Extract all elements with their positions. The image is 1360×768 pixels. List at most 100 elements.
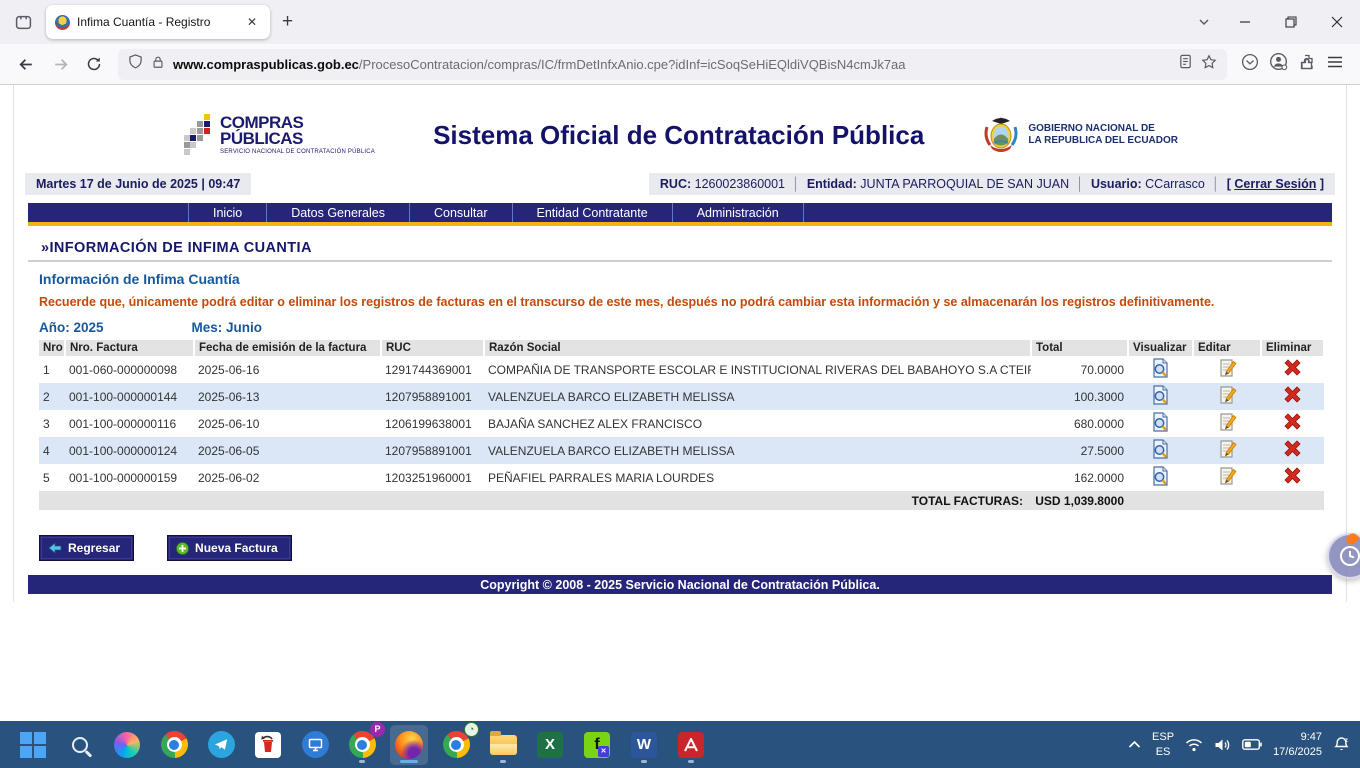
regresar-button[interactable]: Regresar (39, 535, 134, 561)
header-editar: Editar (1193, 340, 1261, 356)
menu-item-entidad-contratante[interactable]: Entidad Contratante (513, 203, 673, 223)
editar-icon[interactable] (1218, 448, 1237, 462)
new-tab-button[interactable]: + (270, 11, 305, 33)
chrome-icon (443, 731, 470, 758)
taskbar-excel-button[interactable]: X (531, 725, 569, 765)
header-ruc: RUC (381, 340, 484, 356)
taskbar-remote-desktop-button[interactable] (296, 725, 334, 765)
reload-icon[interactable] (78, 49, 110, 79)
header-fecha: Fecha de emisión de la factura (194, 340, 381, 356)
table-row: 4 001-100-000000124 2025-06-05 120795889… (39, 437, 1324, 464)
editar-icon[interactable] (1218, 421, 1237, 435)
nueva-factura-label: Nueva Factura (195, 541, 278, 555)
window-restore-button[interactable] (1268, 0, 1314, 44)
browser-tab[interactable]: Infima Cuantía - Registro ✕ (46, 5, 270, 39)
logout-label[interactable]: Cerrar Sesión (1234, 177, 1316, 191)
taskbar-firefox-button[interactable] (390, 725, 428, 765)
taskbar-chrome-profile-2-button[interactable]: ◔ (437, 725, 475, 765)
shield-icon[interactable] (128, 54, 143, 74)
taskbar-search-button[interactable] (61, 725, 99, 765)
app-badge-icon: ✕ (598, 746, 609, 757)
nueva-factura-button[interactable]: Nueva Factura (167, 535, 292, 561)
editar-icon[interactable] (1218, 394, 1237, 408)
header-eliminar: Eliminar (1261, 340, 1324, 356)
window-close-button[interactable] (1314, 0, 1360, 44)
taskbar-chrome-button[interactable] (155, 725, 193, 765)
eliminar-icon[interactable] (1283, 420, 1302, 434)
accounting-app-icon: f✕ (584, 732, 610, 758)
logout-link[interactable]: [ Cerrar Sesión ] (1227, 177, 1324, 191)
account-icon[interactable] (1269, 52, 1288, 76)
menu-item-inicio[interactable]: Inicio (188, 203, 267, 223)
tray-chevron-up-icon[interactable] (1128, 740, 1141, 749)
url-domain: www.compraspublicas.gob.ec (173, 57, 359, 72)
telegram-icon (208, 731, 235, 758)
taskbar-telegram-button[interactable] (202, 725, 240, 765)
visualizar-icon[interactable] (1151, 421, 1170, 435)
svg-text:z: z (1345, 738, 1348, 744)
add-icon (176, 542, 189, 555)
remote-desktop-icon (302, 731, 329, 758)
taskbar-uninstaller-button[interactable] (249, 725, 287, 765)
url-text: www.compraspublicas.gob.ec/ProcesoContra… (173, 57, 1170, 72)
visualizar-icon[interactable] (1151, 394, 1170, 408)
taskbar-chrome-profile-p-button[interactable]: P (343, 725, 381, 765)
profile-badge: ◔ (464, 722, 479, 737)
pocket-icon[interactable] (1241, 53, 1259, 76)
editar-icon[interactable] (1218, 367, 1237, 381)
table-row: 2 001-100-000000144 2025-06-13 120795889… (39, 383, 1324, 410)
back-icon[interactable] (10, 49, 42, 79)
eliminar-icon[interactable] (1283, 366, 1302, 380)
site-footer: Copyright © 2008 - 2025 Servicio Naciona… (28, 575, 1332, 594)
url-bar[interactable]: www.compraspublicas.gob.ec/ProcesoContra… (118, 49, 1227, 80)
site-favicon (55, 15, 70, 30)
running-indicator (688, 760, 694, 763)
visualizar-icon[interactable] (1151, 475, 1170, 489)
menu-item-datos-generales[interactable]: Datos Generales (267, 203, 410, 223)
running-indicator (641, 760, 647, 763)
firefox-view-icon[interactable] (8, 7, 38, 37)
reader-mode-icon[interactable] (1178, 54, 1193, 74)
user-value: CCarrasco (1145, 177, 1205, 191)
wifi-icon[interactable] (1185, 738, 1203, 752)
eliminar-icon[interactable] (1283, 447, 1302, 461)
menu-item-administracion[interactable]: Administración (673, 203, 804, 223)
menu-item-consultar[interactable]: Consultar (410, 203, 513, 223)
eliminar-icon[interactable] (1283, 474, 1302, 488)
menu-hamburger-icon[interactable] (1326, 53, 1344, 76)
tab-close-icon[interactable]: ✕ (243, 13, 261, 31)
user-session-box: RUC: 1260023860001 │ Entidad: JUNTA PARR… (649, 173, 1335, 195)
list-tabs-chevron-icon[interactable] (1186, 15, 1222, 29)
bookmark-star-icon[interactable] (1201, 54, 1217, 75)
battery-icon[interactable] (1242, 739, 1262, 750)
header-visualizar: Visualizar (1128, 340, 1193, 356)
tab-title: Infima Cuantía - Registro (77, 15, 236, 29)
taskbar-copilot-button[interactable] (108, 725, 146, 765)
lock-icon[interactable] (151, 55, 165, 74)
language-indicator[interactable]: ESP ES (1152, 730, 1174, 759)
extensions-icon[interactable] (1298, 53, 1316, 76)
site-header: COMPRAS PÚBLICAS SERVICIO NACIONAL DE CO… (14, 85, 1346, 169)
browser-toolbar: www.compraspublicas.gob.ec/ProcesoContra… (0, 44, 1360, 85)
window-minimize-button[interactable] (1222, 0, 1268, 44)
taskbar-accounting-app-button[interactable]: f✕ (578, 725, 616, 765)
visualizar-icon[interactable] (1151, 448, 1170, 462)
gov-text-line1: GOBIERNO NACIONAL DE (1028, 123, 1178, 136)
taskbar-clock[interactable]: 9:47 17/6/2025 (1273, 730, 1322, 760)
forward-icon[interactable] (44, 49, 76, 79)
user-label: Usuario: (1091, 177, 1142, 191)
clock-icon (1338, 544, 1360, 568)
editar-icon[interactable] (1218, 475, 1237, 489)
start-button[interactable] (14, 725, 52, 765)
header-nro-factura: Nro. Factura (65, 340, 194, 356)
taskbar-acrobat-button[interactable] (672, 725, 710, 765)
volume-icon[interactable] (1214, 738, 1231, 752)
regresar-label: Regresar (68, 541, 120, 555)
taskbar-word-button[interactable]: W (625, 725, 663, 765)
eliminar-icon[interactable] (1283, 393, 1302, 407)
word-icon: W (631, 732, 657, 758)
visualizar-icon[interactable] (1151, 367, 1170, 381)
copyright-text: Copyright © 2008 - 2025 Servicio Naciona… (480, 578, 880, 592)
taskbar-file-explorer-button[interactable] (484, 725, 522, 765)
notification-bell-icon[interactable]: z (1333, 736, 1350, 753)
